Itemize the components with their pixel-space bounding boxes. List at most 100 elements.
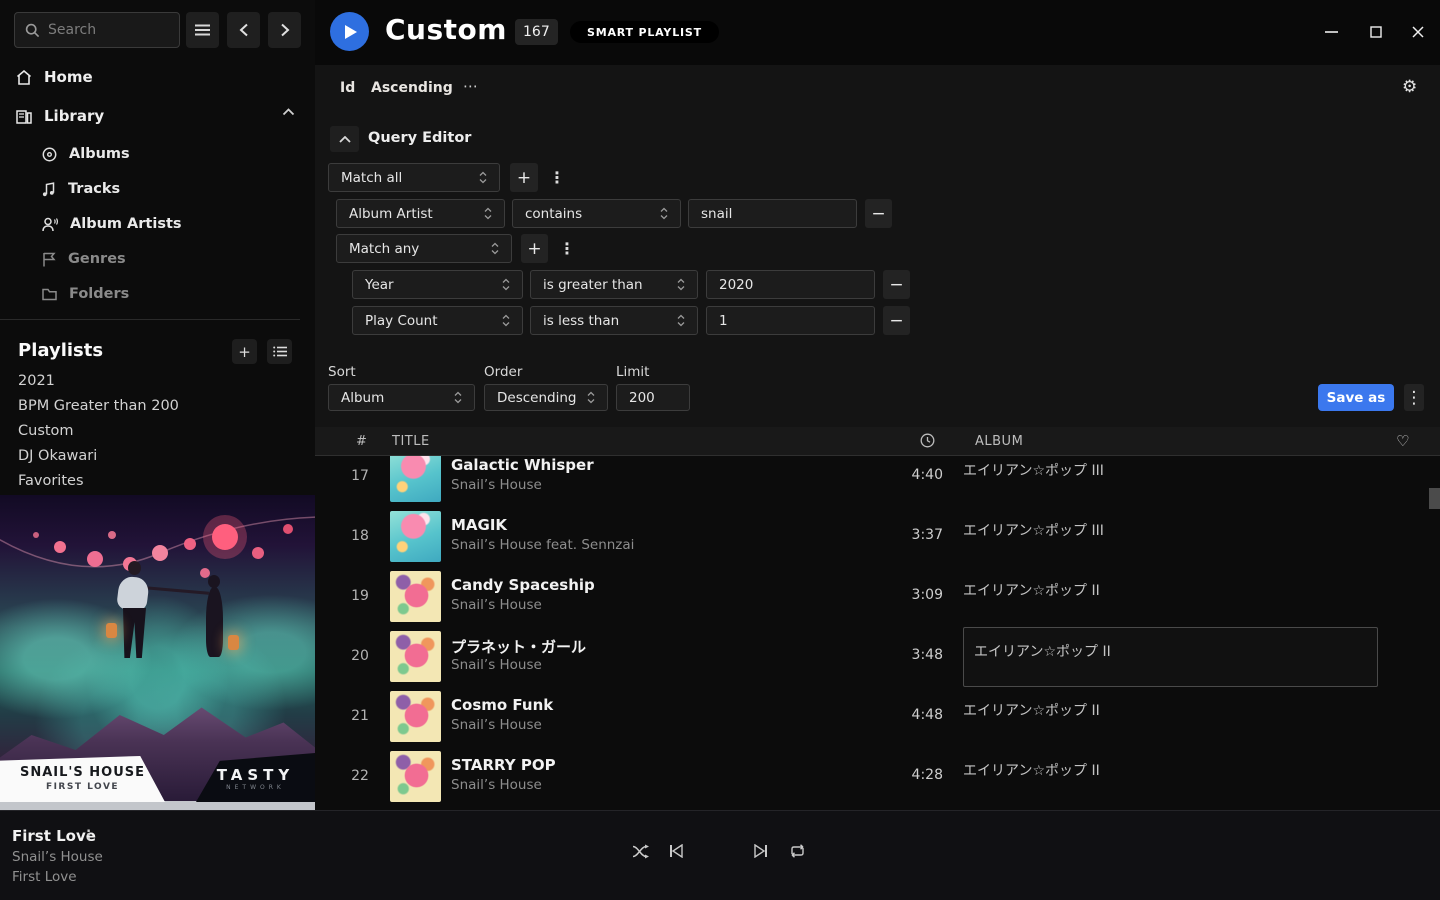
match-type-select[interactable]: Match all: [328, 163, 500, 192]
duration-clock-icon[interactable]: [920, 433, 935, 448]
rule-field-select[interactable]: Play Count: [352, 306, 523, 335]
rule-value-input[interactable]: snail: [688, 199, 857, 228]
menu-button[interactable]: [186, 12, 219, 48]
collapse-library-icon[interactable]: [282, 108, 295, 116]
limit-input[interactable]: 200: [616, 384, 690, 411]
forward-button[interactable]: [268, 12, 301, 48]
column-number[interactable]: #: [356, 434, 367, 449]
add-rule-button[interactable]: +: [521, 234, 548, 263]
play-icon: [345, 25, 357, 39]
now-playing-options-icon[interactable]: ⋮: [82, 828, 95, 843]
rule-operator-select[interactable]: is less than: [530, 306, 698, 335]
album-cell[interactable]: エイリアン☆ポップ II: [963, 627, 1378, 687]
playlist-list-button[interactable]: [267, 339, 292, 364]
table-scrollbar[interactable]: [1429, 488, 1440, 509]
remove-rule-button[interactable]: −: [883, 306, 910, 335]
window-minimize-button[interactable]: [1321, 22, 1341, 42]
save-options-button[interactable]: ⋮: [1404, 384, 1424, 411]
settings-gear-icon[interactable]: ⚙: [1402, 77, 1417, 97]
track-thumbnail: [390, 691, 441, 742]
order-select[interactable]: Descending: [484, 384, 608, 411]
sort-direction-button[interactable]: Ascending: [371, 80, 453, 96]
back-button[interactable]: [227, 12, 260, 48]
repeat-button[interactable]: [789, 844, 806, 858]
record-label-sub: NETWORK: [196, 784, 315, 791]
shuffle-button[interactable]: [632, 844, 650, 859]
track-duration: 4:40: [885, 467, 943, 483]
rule-field-select[interactable]: Year: [352, 270, 523, 299]
table-row[interactable]: 19 Candy Spaceship Snail’s House 3:09 エイ…: [315, 567, 1440, 627]
playlist-item[interactable]: BPM Greater than 200: [18, 398, 179, 414]
save-as-button[interactable]: Save as: [1318, 384, 1394, 411]
window-close-button[interactable]: [1408, 22, 1428, 42]
table-row[interactable]: 20 プラネット・ガール Snail’s House 3:48 エイリアン☆ポッ…: [315, 627, 1440, 687]
main-panel: Custom 167 SMART PLAYLIST Id Ascending ⋯…: [315, 0, 1440, 810]
group-options-icon[interactable]: ⋮: [559, 239, 575, 258]
hand-lantern: [228, 635, 239, 650]
track-thumbnail: [390, 631, 441, 682]
favorite-column-icon[interactable]: ♡: [1396, 432, 1410, 450]
playlist-header: Custom 167 SMART PLAYLIST: [315, 0, 1440, 65]
rule-value-input[interactable]: 1: [706, 306, 875, 335]
table-row[interactable]: 22 STARRY POP Snail’s House 4:28 エイリアン☆ポ…: [315, 747, 1440, 807]
sidebar-item-library[interactable]: Library: [16, 107, 104, 125]
rule-operator-select[interactable]: contains: [512, 199, 681, 228]
track-title: プラネット・ガール: [451, 636, 586, 657]
library-icon: [16, 109, 32, 124]
album-cell[interactable]: エイリアン☆ポップ II: [963, 760, 1378, 810]
sidebar-item-folders[interactable]: Folders: [42, 286, 129, 302]
sidebar-item-label: Home: [44, 68, 93, 86]
window-maximize-button[interactable]: [1366, 22, 1386, 42]
sort-field-button[interactable]: Id: [340, 80, 355, 96]
remove-rule-button[interactable]: −: [883, 270, 910, 299]
sort-select[interactable]: Album: [328, 384, 475, 411]
rule-operator-select[interactable]: is greater than: [530, 270, 698, 299]
track-number: 18: [345, 528, 375, 544]
rule-value-input[interactable]: 2020: [706, 270, 875, 299]
sidebar-item-albums[interactable]: Albums: [42, 146, 130, 162]
sidebar-item-label: Album Artists: [70, 216, 182, 232]
dots-vertical-icon: ⋮: [1406, 388, 1423, 408]
select-arrows-icon: [484, 207, 492, 220]
artist-icon: [42, 217, 58, 232]
sort-label: Sort: [328, 364, 356, 380]
query-editor-collapse-button[interactable]: [330, 126, 359, 152]
playlist-item[interactable]: DJ Okawari: [18, 448, 97, 464]
match-type-select[interactable]: Match any: [336, 234, 512, 263]
rule-field-select[interactable]: Album Artist: [336, 199, 505, 228]
track-title: MAGIK: [451, 516, 507, 534]
add-playlist-button[interactable]: +: [232, 339, 257, 364]
track-artist: Snail’s House feat. Sennzai: [451, 537, 634, 553]
playlist-item[interactable]: 2021: [18, 373, 55, 389]
column-album[interactable]: ALBUM: [975, 434, 1023, 449]
select-arrows-icon: [502, 278, 510, 291]
previous-track-button[interactable]: [669, 844, 683, 858]
more-options-icon[interactable]: ⋯: [463, 77, 479, 95]
table-row[interactable]: 21 Cosmo Funk Snail’s House 4:48 エイリアン☆ポ…: [315, 687, 1440, 747]
select-arrows-icon: [660, 207, 668, 220]
play-playlist-button[interactable]: [330, 12, 369, 51]
playlists-heading: Playlists: [18, 340, 103, 361]
sidebar-item-album-artists[interactable]: Album Artists: [42, 216, 182, 232]
track-artist: Snail’s House: [451, 717, 542, 733]
now-playing-artist: Snail’s House: [12, 849, 103, 865]
sidebar-item-genres[interactable]: Genres: [42, 251, 126, 267]
sort-toolbar: Id Ascending ⋯ ⚙: [315, 65, 1440, 110]
sidebar-item-tracks[interactable]: Tracks: [42, 181, 120, 197]
select-arrows-icon: [454, 391, 462, 404]
hand-lantern: [106, 623, 117, 638]
track-thumbnail: [390, 571, 441, 622]
search-input[interactable]: Search: [14, 12, 180, 48]
add-rule-button[interactable]: +: [510, 163, 538, 192]
playlist-item[interactable]: Favorites: [18, 473, 84, 489]
group-options-icon[interactable]: ⋮: [549, 168, 565, 187]
column-title[interactable]: TITLE: [392, 434, 430, 449]
track-thumbnail: [390, 511, 441, 562]
remove-rule-button[interactable]: −: [865, 199, 892, 228]
table-row[interactable]: 18 MAGIK Snail’s House feat. Sennzai 3:3…: [315, 507, 1440, 567]
sidebar-item-home[interactable]: Home: [16, 68, 93, 86]
playlist-item[interactable]: Custom: [18, 423, 74, 439]
table-row[interactable]: 17 Galactic Whisper Snail’s House 4:40 エ…: [315, 447, 1440, 507]
track-artist: Snail’s House: [451, 777, 542, 793]
next-track-button[interactable]: [754, 844, 768, 858]
